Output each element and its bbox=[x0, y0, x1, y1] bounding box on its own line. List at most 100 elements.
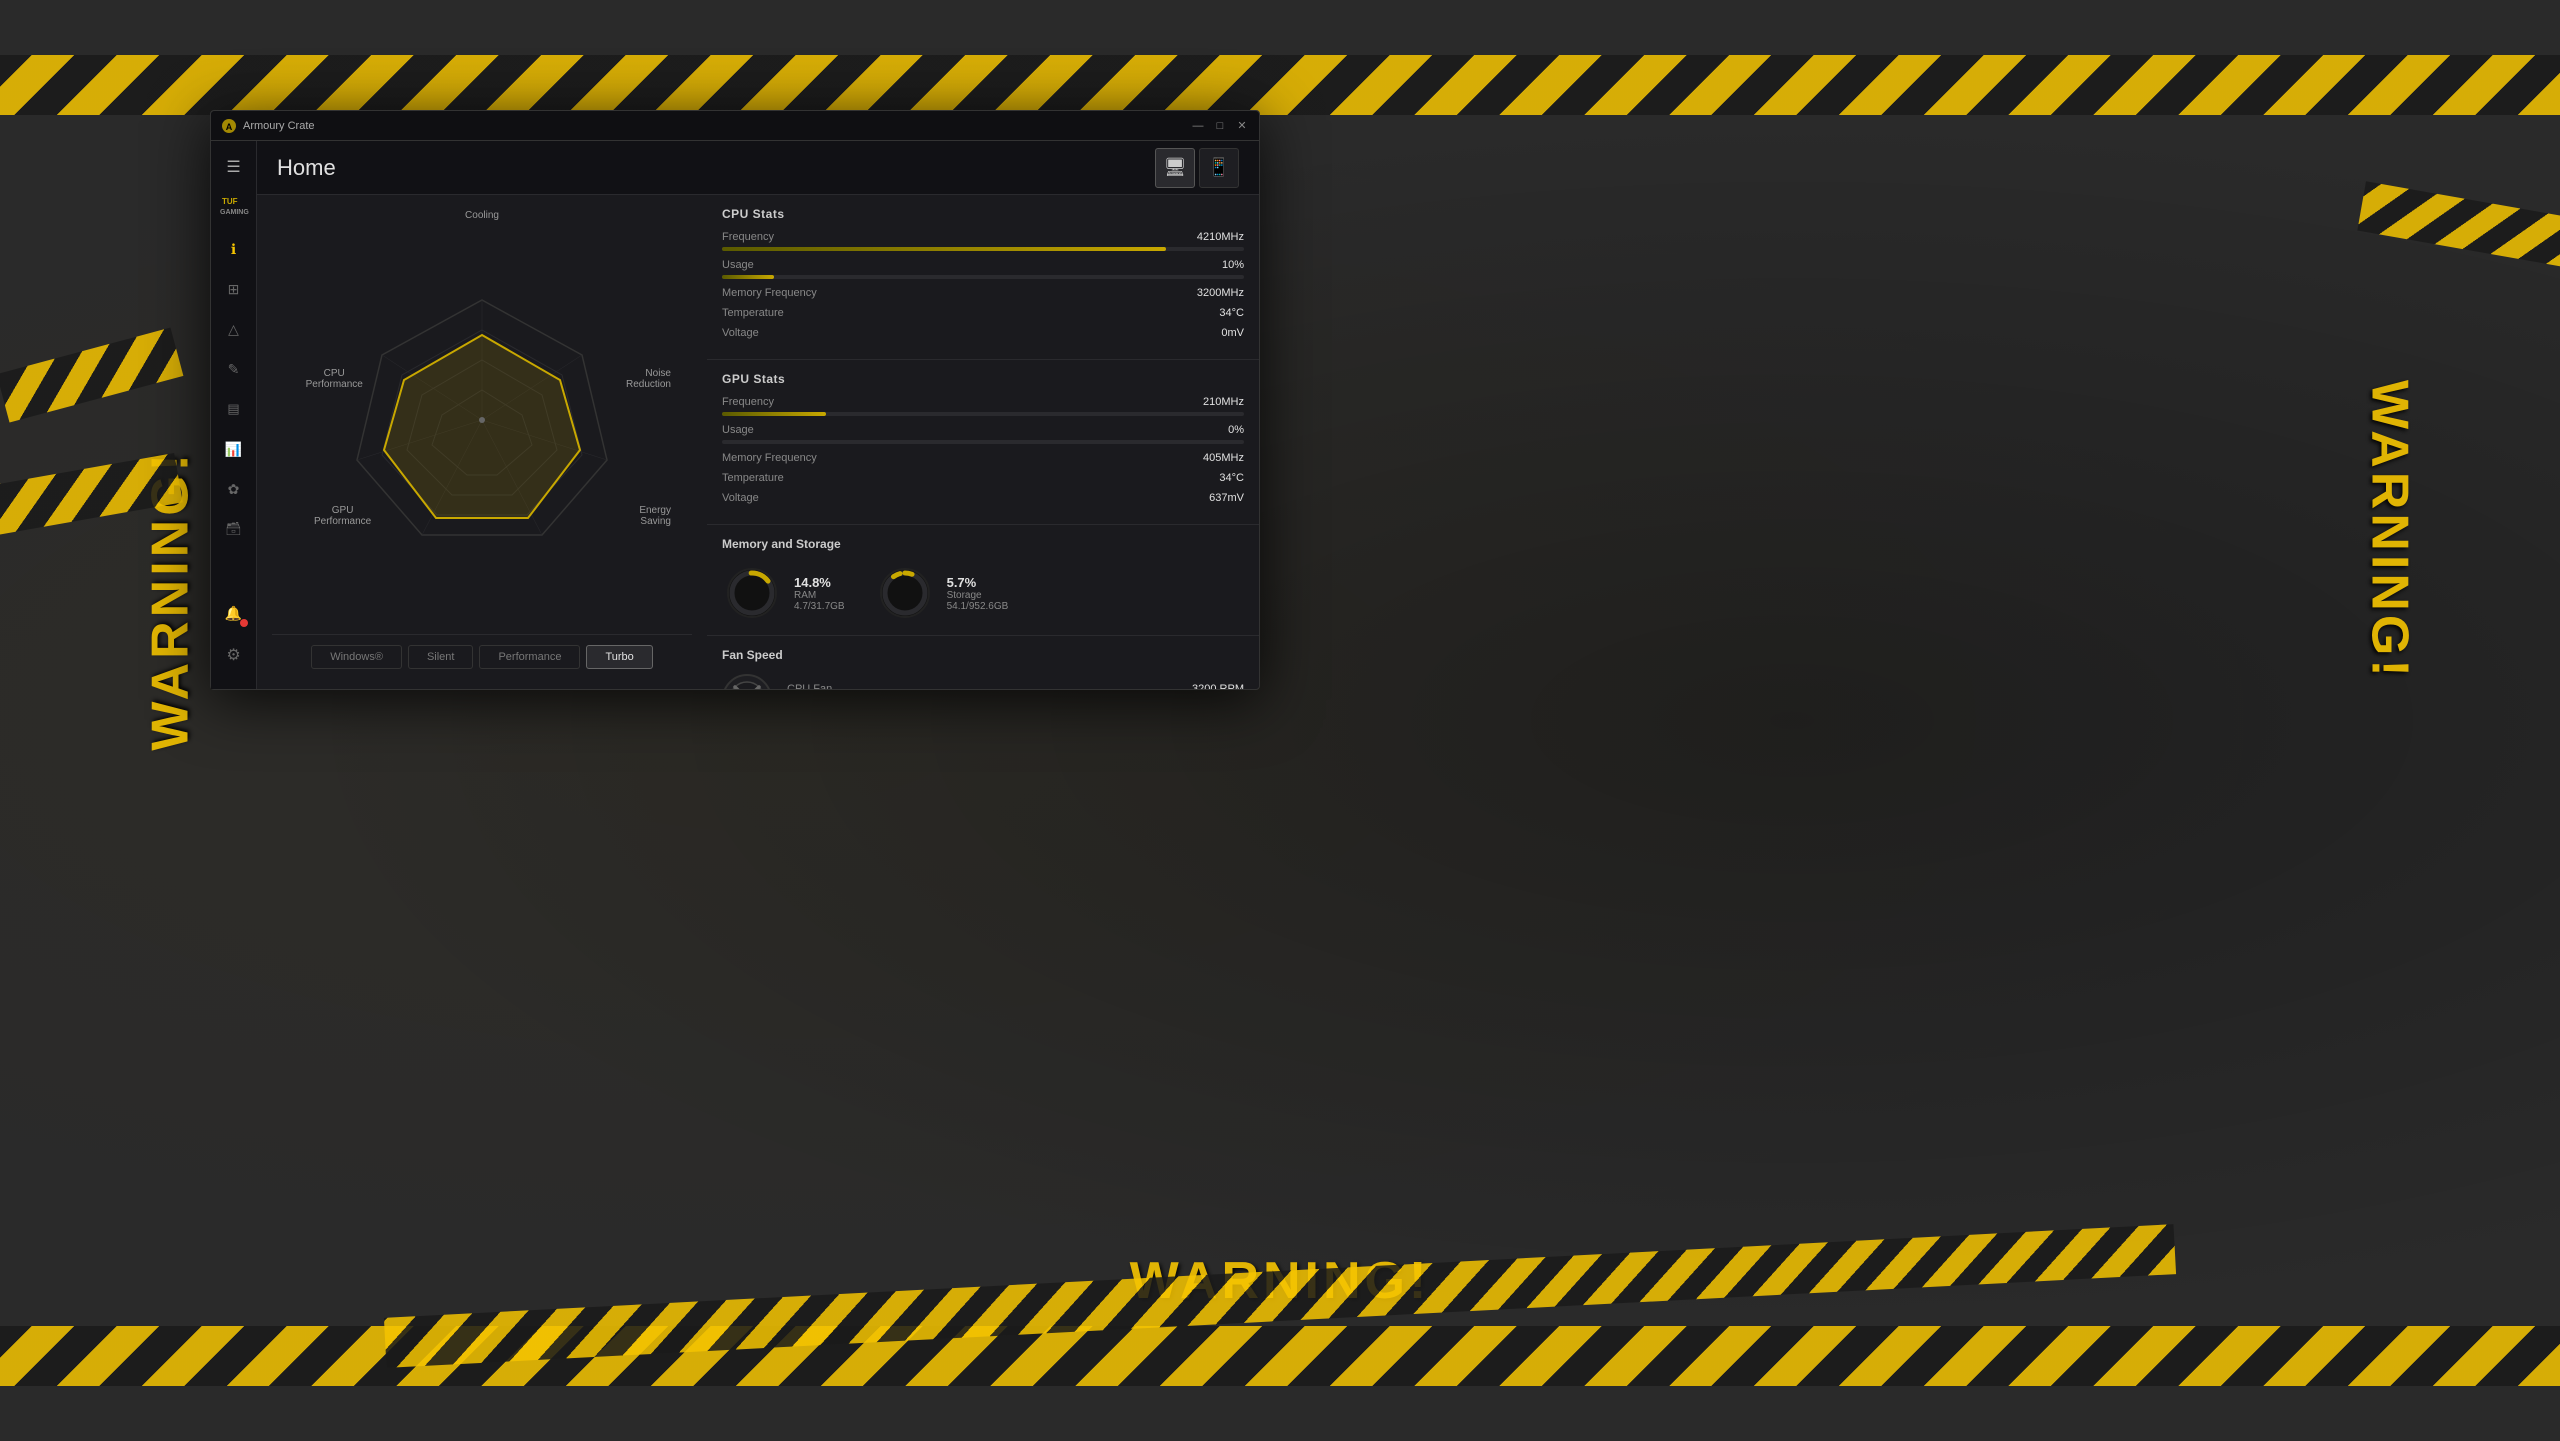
storage-percent: 5.7% bbox=[947, 575, 1009, 590]
cpu-voltage-label: Voltage bbox=[722, 327, 852, 339]
ram-label: RAM bbox=[794, 590, 845, 601]
label-cpu-performance: CPU Performance bbox=[306, 368, 363, 390]
gear-icon: ⚙ bbox=[226, 645, 240, 665]
cpu-frequency-bar-container bbox=[722, 247, 1244, 251]
sidebar-notification[interactable]: 🔔 bbox=[216, 595, 252, 631]
gpu-temp-value: 34°C bbox=[1219, 472, 1244, 484]
cpu-voltage-value: 0mV bbox=[1221, 327, 1244, 339]
mode-turbo-button[interactable]: Turbo bbox=[586, 645, 652, 669]
gpu-frequency-bar bbox=[722, 412, 826, 416]
title-bar: A Armoury Crate — □ ✕ bbox=[211, 111, 1259, 141]
storage-label: Storage bbox=[947, 590, 1009, 601]
mobile-icon: 📱 bbox=[1208, 157, 1230, 178]
ram-percent: 14.8% bbox=[794, 575, 845, 590]
cpu-usage-value: 10% bbox=[1222, 259, 1244, 271]
desktop-icon: 🖥 bbox=[1164, 157, 1187, 178]
gpu-temp-label: Temperature bbox=[722, 472, 852, 484]
ram-item: 14.8% RAM 4.7/31.7GB bbox=[722, 563, 845, 623]
mode-silent-button[interactable]: Silent bbox=[408, 645, 474, 669]
title-bar-label: Armoury Crate bbox=[243, 120, 1191, 132]
cpu-stats-title: CPU Stats bbox=[722, 207, 1244, 221]
sidebar-item-misc[interactable]: 🗃 bbox=[216, 511, 252, 547]
armoury-icon: ✿ bbox=[228, 481, 240, 498]
gpu-temp-row: Temperature 34°C bbox=[722, 472, 1244, 484]
ram-gauge bbox=[722, 563, 782, 623]
gpu-usage-bar-container bbox=[722, 440, 1244, 444]
sidebar-nav: ℹ ⊞ △ ✎ ▤ 📊 ✿ bbox=[216, 231, 252, 595]
cpu-usage-label: Usage bbox=[722, 259, 852, 271]
close-button[interactable]: ✕ bbox=[1235, 119, 1249, 133]
gpu-frequency-row: Frequency 210MHz bbox=[722, 396, 1244, 408]
fan-speed-section: Fan Speed bbox=[707, 636, 1259, 689]
cpu-fan-label: CPU Fan bbox=[787, 683, 832, 689]
warning-tape-top bbox=[0, 55, 2560, 115]
stats-icon: 📊 bbox=[225, 441, 242, 458]
label-noise-reduction: Noise Reduction bbox=[626, 368, 671, 390]
sidebar-item-edit[interactable]: ✎ bbox=[216, 351, 252, 387]
title-bar-controls: — □ ✕ bbox=[1191, 119, 1249, 133]
sidebar-item-dashboard[interactable]: ⊞ bbox=[216, 271, 252, 307]
storage-gauge-info: 5.7% Storage 54.1/952.6GB bbox=[947, 575, 1009, 612]
gpu-usage-row: Usage 0% bbox=[722, 424, 1244, 436]
left-panel: Cooling CPU Performance Noise Reduction … bbox=[257, 195, 707, 689]
mode-performance-button[interactable]: Performance bbox=[479, 645, 580, 669]
radar-container: Cooling CPU Performance Noise Reduction … bbox=[272, 205, 692, 634]
page-title: Home bbox=[277, 155, 1155, 181]
sidebar-item-armoury[interactable]: ✿ bbox=[216, 471, 252, 507]
app-header: Home 🖥 📱 bbox=[257, 141, 1259, 195]
memory-storage-title: Memory and Storage bbox=[722, 537, 1244, 551]
aura-icon: △ bbox=[228, 321, 239, 338]
cpu-memfreq-value: 3200MHz bbox=[1197, 287, 1244, 299]
mode-windows-button[interactable]: Windows® bbox=[311, 645, 402, 669]
cpu-frequency-row: Frequency 4210MHz bbox=[722, 231, 1244, 243]
info-icon: ℹ bbox=[231, 241, 236, 258]
gpu-memfreq-label: Memory Frequency bbox=[722, 452, 852, 464]
maximize-button[interactable]: □ bbox=[1213, 119, 1227, 133]
cpu-usage-bar bbox=[722, 275, 774, 279]
gpu-stats-section: GPU Stats Frequency 210MHz Usage 0% bbox=[707, 360, 1259, 525]
right-panel: CPU Stats Frequency 4210MHz Usage 10% bbox=[707, 195, 1259, 689]
cpu-frequency-value: 4210MHz bbox=[1197, 231, 1244, 243]
sidebar-bottom: 🔔 ⚙ bbox=[216, 595, 252, 681]
desktop-view-button[interactable]: 🖥 bbox=[1155, 148, 1195, 188]
sidebar-hamburger[interactable]: ☰ bbox=[216, 149, 252, 185]
hamburger-icon: ☰ bbox=[226, 157, 240, 177]
gpu-voltage-value: 637mV bbox=[1209, 492, 1244, 504]
gpu-frequency-bar-container bbox=[722, 412, 1244, 416]
sidebar-item-stats[interactable]: 📊 bbox=[216, 431, 252, 467]
sidebar: ☰ TUF GAMING ℹ ⊞ △ bbox=[211, 141, 257, 689]
performance-modes: Windows® Silent Performance Turbo bbox=[272, 634, 692, 679]
radar-labels: Cooling CPU Performance Noise Reduction … bbox=[272, 205, 692, 634]
app-window: A Armoury Crate — □ ✕ ☰ TUF GAMING bbox=[210, 110, 1260, 690]
fan-speed-title: Fan Speed bbox=[722, 648, 1244, 662]
notification-icon: 🔔 bbox=[225, 605, 242, 622]
sidebar-item-settings[interactable]: ⚙ bbox=[216, 637, 252, 673]
cpu-stats-section: CPU Stats Frequency 4210MHz Usage 10% bbox=[707, 195, 1259, 360]
sidebar-item-info[interactable]: ℹ bbox=[216, 231, 252, 267]
warning-text-right: WARNING! bbox=[2360, 380, 2420, 681]
cpu-usage-row: Usage 10% bbox=[722, 259, 1244, 271]
label-energy-saving: Energy Saving bbox=[639, 505, 671, 527]
mobile-view-button[interactable]: 📱 bbox=[1199, 148, 1239, 188]
cpu-temp-label: Temperature bbox=[722, 307, 852, 319]
cpu-fan-value: 3200 RPM bbox=[1192, 683, 1244, 689]
ram-gauge-info: 14.8% RAM 4.7/31.7GB bbox=[794, 575, 845, 612]
gpu-frequency-label: Frequency bbox=[722, 396, 852, 408]
cpu-frequency-label: Frequency bbox=[722, 231, 852, 243]
sidebar-item-library[interactable]: ▤ bbox=[216, 391, 252, 427]
app-body: ☰ TUF GAMING ℹ ⊞ △ bbox=[211, 141, 1259, 689]
gpu-voltage-row: Voltage 637mV bbox=[722, 492, 1244, 504]
cpu-temp-row: Temperature 34°C bbox=[722, 307, 1244, 319]
header-icons: 🖥 📱 bbox=[1155, 148, 1239, 188]
cpu-memfreq-label: Memory Frequency bbox=[722, 287, 852, 299]
gpu-voltage-label: Voltage bbox=[722, 492, 852, 504]
tuf-logo: TUF GAMING bbox=[218, 190, 250, 218]
gpu-memfreq-row: Memory Frequency 405MHz bbox=[722, 452, 1244, 464]
cpu-voltage-row: Voltage 0mV bbox=[722, 327, 1244, 339]
tuf-logo-container: TUF GAMING bbox=[215, 185, 253, 223]
ram-detail: 4.7/31.7GB bbox=[794, 601, 845, 612]
sidebar-item-aura[interactable]: △ bbox=[216, 311, 252, 347]
app-icon: A bbox=[221, 118, 237, 134]
minimize-button[interactable]: — bbox=[1191, 119, 1205, 133]
label-cooling: Cooling bbox=[465, 210, 499, 221]
